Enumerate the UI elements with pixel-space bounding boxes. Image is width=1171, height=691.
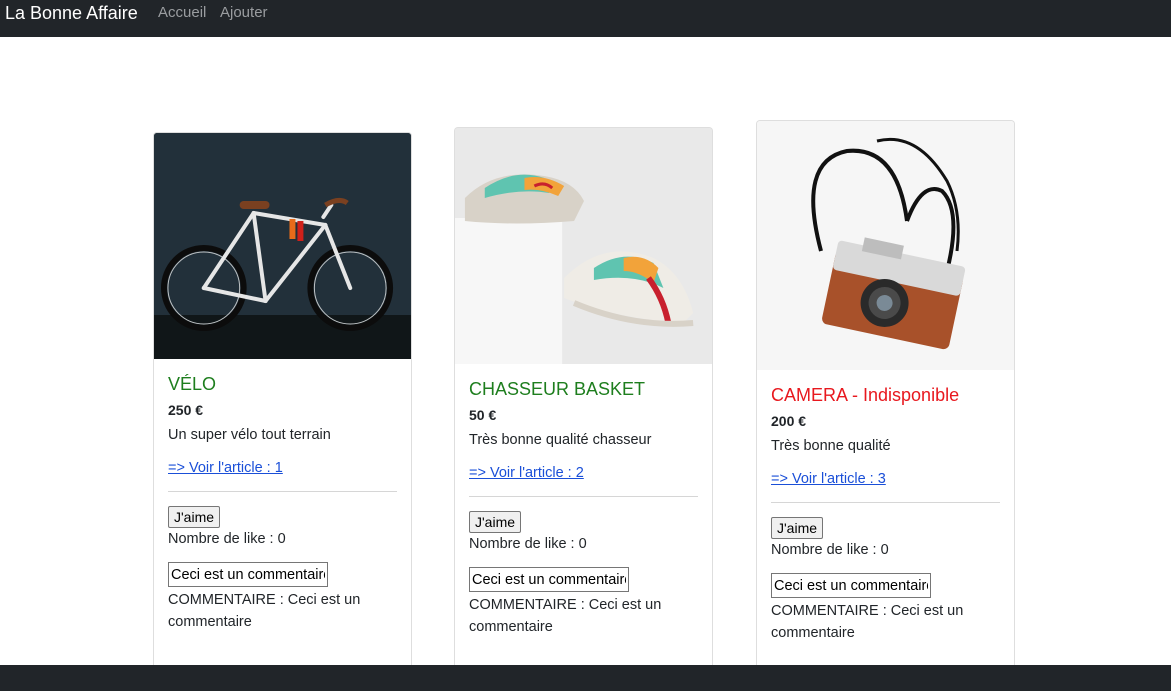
comment-text: COMMENTAIRE : Ceci est un commentaire [771,603,964,641]
comment-input[interactable] [469,567,629,592]
article-description: Très bonne qualité [771,438,891,454]
camera-photo [757,121,1014,370]
divider [168,491,397,492]
article-title: CAMERA - Indisponible [771,385,960,405]
divider [771,502,1000,503]
article-card: CAMERA - Indisponible 200 € Très bonne q… [756,120,1015,672]
article-description: Très bonne qualité chasseur [469,432,652,448]
article-card: VÉLO 250 € Un super vélo tout terrain =>… [153,132,412,672]
like-count: Nombre de like : 0 [168,531,286,547]
sneakers-photo [455,128,712,364]
article-price: 250 € [168,402,204,418]
comment-text: COMMENTAIRE : Ceci est un commentaire [168,592,361,630]
nav-link-accueil[interactable]: Accueil [158,4,206,21]
view-article-link[interactable]: => Voir l'article : 2 [469,465,584,481]
view-article-link[interactable]: => Voir l'article : 3 [771,471,886,487]
like-button[interactable]: J'aime [168,506,221,528]
like-button[interactable]: J'aime [771,517,824,539]
article-price: 50 € [469,407,497,423]
like-count: Nombre de like : 0 [771,542,889,558]
nav-link-ajouter[interactable]: Ajouter [220,4,268,21]
comment-input[interactable] [771,573,931,598]
like-count: Nombre de like : 0 [469,536,587,552]
navbar: La Bonne Affaire Accueil Ajouter [0,0,1171,37]
article-description: Un super vélo tout terrain [168,427,331,443]
article-title: CHASSEUR BASKET [469,379,646,399]
like-button[interactable]: J'aime [469,511,522,533]
view-article-link[interactable]: => Voir l'article : 1 [168,460,283,476]
comment-input[interactable] [168,562,328,587]
bicycle-photo [154,133,411,359]
comment-text: COMMENTAIRE : Ceci est un commentaire [469,597,662,635]
article-card: CHASSEUR BASKET 50 € Très bonne qualité … [454,127,713,672]
footer [0,665,1171,691]
article-price: 200 € [771,413,807,429]
brand-link[interactable]: La Bonne Affaire [5,3,138,24]
divider [469,496,698,497]
article-title: VÉLO [168,374,217,394]
